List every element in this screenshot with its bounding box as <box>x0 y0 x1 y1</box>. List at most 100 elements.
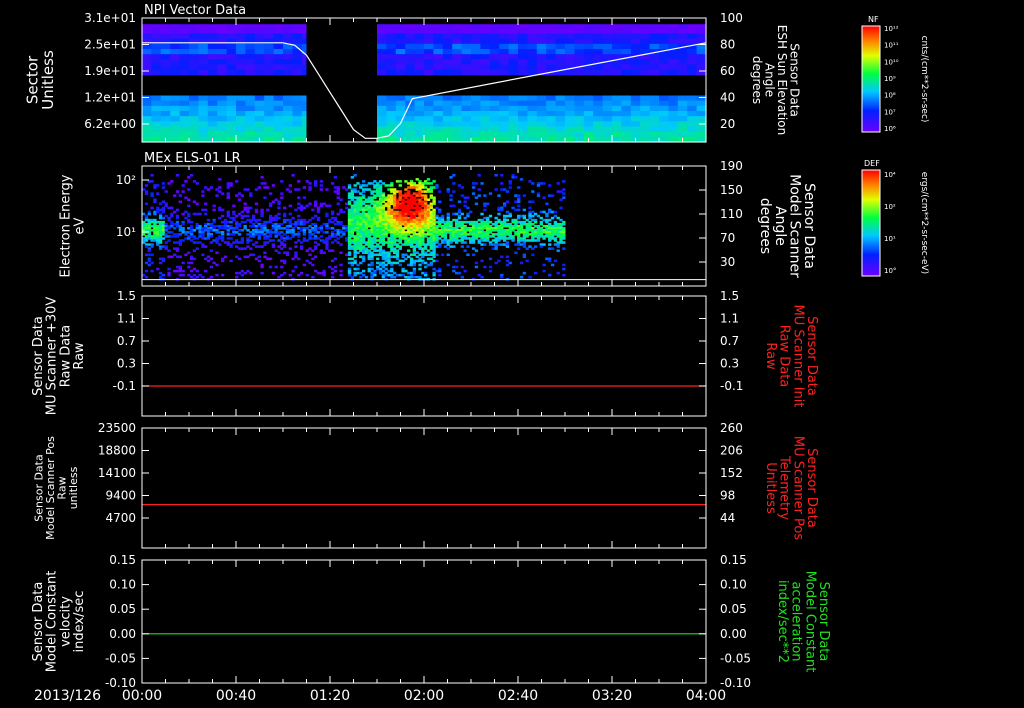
npi-colorbar-tick: 10¹¹ <box>884 42 899 50</box>
npi-heatmap-cell <box>151 121 162 128</box>
npi-heatmap-cell <box>602 38 613 45</box>
npi-heatmap-cell <box>489 126 500 133</box>
npi-heatmap-cell <box>273 49 284 55</box>
npi-heatmap-cell <box>433 43 444 50</box>
npi-heatmap-cell <box>189 105 199 112</box>
els-heatmap-cell <box>339 263 343 267</box>
els-colorbar: DEF 10⁴ 10² 10¹ 10° ergs/(cm**2-sr-sec-eV) <box>861 159 929 277</box>
npi-heatmap-cell <box>236 49 246 55</box>
els-heatmap-cell <box>449 198 453 201</box>
npi-heatmap-cell <box>612 64 622 71</box>
npi-heatmap-cell <box>489 105 500 112</box>
npi-heatmap-cell <box>151 95 162 102</box>
constant-vel-panel-y2tick-label: 0.15 <box>720 553 747 567</box>
npi-heatmap-cell <box>640 116 651 122</box>
npi-heatmap-cell <box>668 116 679 122</box>
els-heatmap-cell <box>376 257 380 261</box>
els-heatmap-cell <box>297 235 301 238</box>
els-heatmap-cell <box>192 257 197 261</box>
npi-heatmap-cell <box>198 59 209 66</box>
els-heatmap-cell <box>457 200 462 204</box>
npi-heatmap-cell <box>433 121 444 128</box>
constant-vel-panel-ytick-label: 0.05 <box>109 602 136 616</box>
els-heatmap-cell <box>435 253 439 257</box>
npi-heatmap-cell <box>687 28 698 35</box>
npi-heatmap-cell <box>217 43 228 50</box>
els-heatmap-cell <box>508 182 512 185</box>
els-heatmap-cell <box>446 190 450 193</box>
npi-heatmap-cell <box>442 116 453 122</box>
npi-heatmap-cell <box>452 69 463 76</box>
npi-heatmap-cell <box>226 38 237 45</box>
els-heatmap-cell <box>294 245 298 248</box>
els-heatmap-cell <box>209 235 213 238</box>
npi-heatmap-cell <box>273 54 284 60</box>
npi-heatmap-cell <box>489 28 500 35</box>
els-heatmap-cell <box>505 218 510 222</box>
npi-heatmap-cell <box>630 64 641 71</box>
npi-colorbar-units-wrap: cnts/(cm**2-sr-sec) <box>919 36 929 123</box>
npi-heatmap-cell <box>649 100 660 107</box>
els-heatmap-cell <box>246 210 250 214</box>
npi-heatmap-cell <box>433 131 444 138</box>
npi-heatmap-cell <box>565 131 575 138</box>
npi-heatmap-cell <box>170 33 181 40</box>
npi-heatmap-cell <box>471 38 481 45</box>
npi-heatmap-cell <box>621 69 632 76</box>
els-heatmap-cell <box>251 253 256 257</box>
npi-heatmap-cell <box>621 121 632 128</box>
npi-heatmap-cell <box>499 116 510 122</box>
els-heatmap-cell <box>204 208 208 212</box>
npi-heatmap-cell <box>395 28 406 35</box>
npi-heatmap-cell <box>292 100 303 107</box>
els-heatmap-cell <box>500 255 504 259</box>
npi-heatmap-cell <box>245 121 256 128</box>
npi-heatmap-cell <box>574 33 585 40</box>
npi-heatmap-cell <box>226 54 237 60</box>
npi-colorbar-tick: 10⁹ <box>884 75 896 83</box>
els-heatmap-cell <box>353 174 357 177</box>
npi-heatmap-cell <box>555 111 566 117</box>
els-heatmap-cell <box>150 180 154 183</box>
els-heatmap-cell <box>339 269 343 273</box>
constant-vel-panel-y2label: Sensor DataModel Constantaccelerationind… <box>775 571 831 673</box>
npi-heatmap-cell <box>395 54 406 60</box>
npi-heatmap-cell <box>621 111 632 117</box>
npi-heatmap-cell <box>489 131 500 138</box>
npi-heatmap-cell <box>264 38 275 45</box>
npi-heatmap-cell <box>461 131 472 138</box>
npi-heatmap-cell <box>461 59 472 66</box>
npi-heatmap-cell <box>649 69 660 76</box>
npi-ylabel: SectorUnitless <box>23 50 57 110</box>
npi-heatmap-cell <box>142 59 152 66</box>
els-heatmap-cell <box>517 186 521 189</box>
npi-heatmap-cell <box>677 111 688 117</box>
npi-heatmap-cell <box>621 59 632 66</box>
npi-heatmap-cell <box>499 100 510 107</box>
npi-heatmap-cell <box>649 126 660 133</box>
npi-heatmap-cell <box>226 33 237 40</box>
npi-heatmap-cell <box>471 131 481 138</box>
scanner-pos-panel-ytick-label: 9400 <box>105 489 136 503</box>
npi-heatmap-cell <box>452 105 463 112</box>
npi-heatmap-cell <box>292 38 303 45</box>
constant-vel-panel-y2tick-label: -0.05 <box>720 651 751 665</box>
npi-heatmap-cell <box>546 64 557 71</box>
els-heatmap-cell <box>144 192 149 195</box>
els-heatmap-cell <box>483 194 487 197</box>
npi-colorbar-tick: 10⁷ <box>884 108 896 116</box>
els-heatmap-cell <box>161 273 166 277</box>
els-heatmap-cell <box>488 269 493 273</box>
npi-heatmap-cell <box>583 126 594 133</box>
els-heatmap-cell <box>548 184 552 187</box>
npi-heatmap-cell <box>508 126 519 133</box>
els-heatmap-cell <box>285 253 290 257</box>
npi-heatmap-cell <box>565 105 575 112</box>
npi-heatmap-cell <box>405 54 416 60</box>
npi-heatmap-cell <box>527 105 538 112</box>
els-heatmap-cell <box>187 214 191 218</box>
els-heatmap-cell <box>452 204 456 208</box>
els-heatmap-cell <box>291 269 295 273</box>
npi-heatmap-cell <box>574 121 585 128</box>
npi-heatmap-cell <box>424 100 434 107</box>
